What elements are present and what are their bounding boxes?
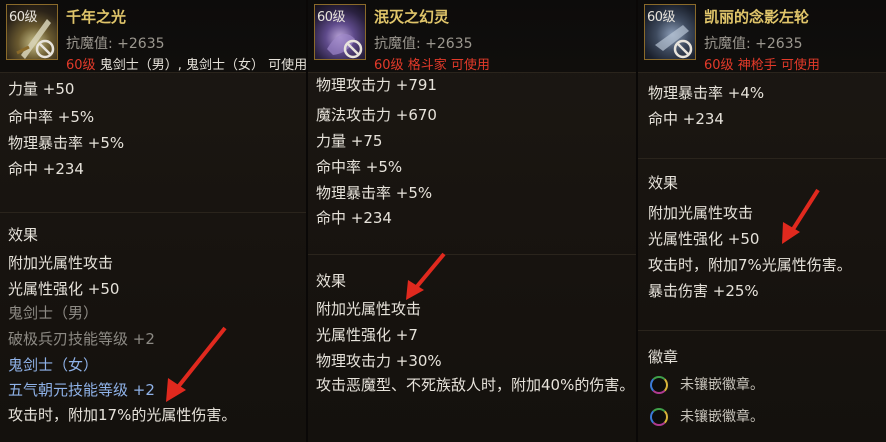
stat-line: 物理暴击率 +5% bbox=[316, 184, 433, 202]
item-name: 千年之光 bbox=[66, 8, 127, 26]
item-name: 泯灭之幻灵 bbox=[374, 8, 450, 26]
emblem-title: 徽章 bbox=[648, 348, 679, 366]
resist-value: 抗魔值: +2635 bbox=[66, 36, 165, 52]
item-tooltip-3: 60级 凯丽的念影左轮 抗魔值: +2635 60级 神枪手 可使用 物理暴击率… bbox=[638, 0, 886, 442]
requirement-classes: 神枪手 可使用 bbox=[737, 58, 820, 73]
effect-line: 攻击时，附加7%光属性伤害。 bbox=[648, 256, 852, 274]
effect-line: 光属性强化 +7 bbox=[316, 326, 418, 344]
annotation-arrow bbox=[782, 188, 820, 244]
item-level: 60级 bbox=[317, 10, 346, 25]
effect-line: 五气朝元技能等级 +2 bbox=[8, 381, 155, 399]
requirement-classes: 鬼剑士（男）, 鬼剑士（女） 可使用 bbox=[99, 58, 306, 73]
emblem-slot[interactable]: 未镶嵌徽章。 bbox=[650, 406, 764, 426]
resist-value: 抗魔值: +2635 bbox=[374, 36, 473, 52]
effect-line: 附加光属性攻击 bbox=[8, 254, 114, 272]
stat-line: 物理暴击率 +4% bbox=[648, 84, 765, 102]
emblem-slot-label: 未镶嵌徽章。 bbox=[680, 409, 764, 425]
effect-line: 附加光属性攻击 bbox=[648, 204, 754, 222]
stat-line: 力量 +75 bbox=[316, 132, 383, 150]
tooltip-header: 60级 凯丽的念影左轮 抗魔值: +2635 60级 神枪手 可使用 bbox=[638, 0, 886, 73]
effect-line: 破极兵刃技能等级 +2 bbox=[8, 330, 155, 348]
effect-line: 暴击伤害 +25% bbox=[648, 282, 759, 300]
effects-title: 效果 bbox=[648, 174, 679, 192]
stat-line: 命中 +234 bbox=[316, 209, 392, 227]
item-icon[interactable]: 60级 bbox=[644, 4, 696, 60]
requirement: 60级 神枪手 可使用 bbox=[704, 54, 820, 73]
unusable-icon bbox=[673, 39, 693, 59]
item-level: 60级 bbox=[647, 10, 676, 25]
section-divider bbox=[0, 212, 306, 213]
requirement-level: 60级 bbox=[66, 58, 96, 73]
class-label-male: 鬼剑士（男） bbox=[8, 304, 99, 322]
effect-line: 光属性强化 +50 bbox=[648, 230, 760, 248]
stat-line: 魔法攻击力 +670 bbox=[316, 106, 437, 124]
unusable-icon bbox=[343, 39, 363, 59]
item-tooltip-1: 60级 千年之光 抗魔值: +2635 60级 鬼剑士（男）, 鬼剑士（女） 可… bbox=[0, 0, 306, 442]
stat-line: 命中率 +5% bbox=[8, 108, 95, 126]
resist-value: 抗魔值: +2635 bbox=[704, 36, 803, 52]
section-divider bbox=[638, 158, 886, 159]
emblem-slot-icon bbox=[650, 408, 668, 426]
item-level: 60级 bbox=[9, 10, 38, 25]
requirement-level: 60级 bbox=[704, 58, 734, 73]
class-label-female: 鬼剑士（女） bbox=[8, 356, 99, 374]
emblem-slot-label: 未镶嵌徽章。 bbox=[680, 377, 764, 393]
item-tooltip-2: 60级 泯灭之幻灵 抗魔值: +2635 60级 格斗家 可使用 物理攻击力 +… bbox=[308, 0, 636, 442]
stat-line: 命中 +234 bbox=[8, 160, 84, 178]
requirement: 60级 鬼剑士（男）, 鬼剑士（女） 可使用 bbox=[66, 54, 306, 73]
effect-line: 攻击恶魔型、不死族敌人时，附加40%的伤害。 bbox=[316, 376, 635, 394]
annotation-arrow bbox=[166, 326, 227, 402]
stat-line: 物理暴击率 +5% bbox=[8, 134, 125, 152]
item-name: 凯丽的念影左轮 bbox=[704, 8, 810, 26]
item-icon[interactable]: 60级 bbox=[314, 4, 366, 60]
stat-line: 命中 +234 bbox=[648, 110, 724, 128]
effects-title: 效果 bbox=[8, 226, 39, 244]
unusable-icon bbox=[35, 39, 55, 59]
stat-line: 力量 +50 bbox=[8, 80, 75, 98]
emblem-slot-icon bbox=[650, 376, 668, 394]
item-icon[interactable]: 60级 bbox=[6, 4, 58, 60]
tooltip-header: 60级 千年之光 抗魔值: +2635 60级 鬼剑士（男）, 鬼剑士（女） 可… bbox=[0, 0, 306, 73]
stat-line: 命中率 +5% bbox=[316, 158, 403, 176]
requirement-classes: 格斗家 可使用 bbox=[407, 58, 490, 73]
tooltip-header: 60级 泯灭之幻灵 抗魔值: +2635 60级 格斗家 可使用 bbox=[308, 0, 636, 73]
annotation-arrow bbox=[406, 252, 446, 300]
requirement-level: 60级 bbox=[374, 58, 404, 73]
emblem-slot[interactable]: 未镶嵌徽章。 bbox=[650, 374, 764, 394]
effects-title: 效果 bbox=[316, 272, 347, 290]
effect-line: 物理攻击力 +30% bbox=[316, 352, 442, 370]
effect-line: 光属性强化 +50 bbox=[8, 280, 120, 298]
section-divider bbox=[638, 330, 886, 331]
requirement: 60级 格斗家 可使用 bbox=[374, 54, 490, 73]
stat-line: 物理攻击力 +791 bbox=[316, 76, 437, 94]
